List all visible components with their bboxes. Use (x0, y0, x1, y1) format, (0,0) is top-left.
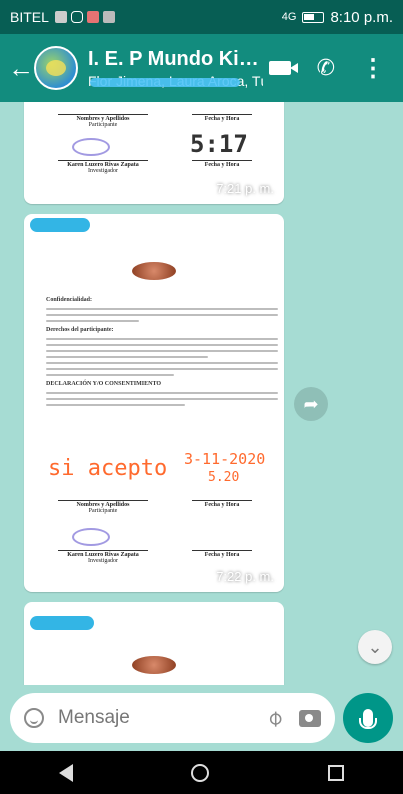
date-line (192, 114, 252, 115)
nav-recents-icon[interactable] (327, 764, 344, 781)
handwritten-accept: si acepto (48, 456, 168, 481)
date-label-2: Fecha y Hora (204, 552, 240, 558)
text-line (46, 398, 278, 400)
text-line (46, 392, 278, 394)
message-input[interactable]: Mensaje (58, 707, 268, 729)
emoji-icon[interactable] (24, 708, 44, 728)
handwritten-date: 3-11-2020 (184, 450, 266, 468)
scroll-down-icon[interactable]: ⌄ (358, 630, 392, 664)
chat-area[interactable]: Nombres y Apellidos Participante Fecha y… (0, 102, 403, 685)
message-input-container[interactable]: Mensaje ⌀ (10, 693, 335, 743)
nav-home-icon[interactable] (191, 763, 210, 782)
status-bar: BITEL 4G 8:10 p.m. (0, 0, 403, 34)
signature-line (58, 114, 148, 115)
video-call-icon[interactable] (268, 61, 298, 75)
chat-title: I. E. P Mundo Kid... (88, 47, 263, 70)
data-saver-icon (102, 11, 115, 23)
signature-block-participant: Nombres y Apellidos Participante (58, 500, 148, 514)
signature-line (58, 500, 148, 501)
message-time: 7:21 p. m. (216, 181, 274, 196)
app-icon (86, 11, 99, 23)
date-block-2: Fecha y Hora (192, 550, 252, 558)
date-label: Fecha y Hora (204, 116, 240, 122)
text-line (46, 344, 278, 346)
text-line (46, 368, 278, 370)
signature-block-participant: Nombres y Apellidos Participante (58, 114, 148, 128)
date-line (192, 160, 252, 161)
researcher-signature (72, 138, 110, 156)
text-line (46, 362, 278, 364)
notification-icon (54, 11, 67, 23)
signature-block-researcher: Karen Luzero Rivas Zapata Investigador (58, 160, 148, 174)
text-line (46, 404, 186, 406)
researcher-label: Investigador (88, 558, 118, 564)
message-composer: Mensaje ⌀ (0, 685, 403, 751)
date-block: Fecha y Hora (192, 500, 252, 508)
signature-line (58, 550, 148, 551)
text-line (46, 356, 209, 358)
group-avatar[interactable] (34, 46, 78, 90)
document-image-3 (32, 630, 276, 685)
battery-icon (302, 11, 325, 23)
section-confidentiality: Confidencialidad: (46, 297, 93, 303)
section-rights: Derechos del participante: (46, 327, 114, 333)
date-line (192, 500, 252, 501)
chat-participants: Flor Jimena, Laura Aroca, Tú (88, 73, 263, 89)
time-stamp: 5:17 (190, 130, 248, 158)
text-line (46, 308, 278, 310)
signature-block-researcher: Karen Luzero Rivas Zapata Investigador (58, 550, 148, 564)
document-body: Confidencialidad: Derechos del participa… (46, 296, 278, 410)
nav-back-icon[interactable] (59, 763, 74, 782)
image-message-1[interactable]: Nombres y Apellidos Participante Fecha y… (24, 102, 284, 204)
more-options-icon[interactable]: ⋮ (361, 54, 385, 83)
date-line (192, 550, 252, 551)
text-line (46, 338, 278, 340)
university-logo (132, 262, 176, 280)
university-logo (132, 656, 176, 674)
text-line (46, 374, 174, 376)
date-label-2: Fecha y Hora (204, 162, 240, 168)
researcher-label: Investigador (88, 168, 118, 174)
mic-icon (359, 709, 377, 729)
message-time: 7:22 p. m. (216, 569, 274, 584)
chat-header: ← I. E. P Mundo Kid... Flor Jimena, Laur… (0, 34, 403, 102)
document-image-2: Confidencialidad: Derechos del participa… (32, 238, 278, 578)
clock: 8:10 p.m. (330, 8, 393, 26)
share-icon[interactable]: ➦ (294, 387, 328, 421)
carrier-label: BITEL (10, 9, 49, 25)
mic-button[interactable] (343, 693, 393, 743)
text-line (46, 350, 278, 352)
date-block: Fecha y Hora (192, 114, 252, 122)
participant-label: Participante (88, 122, 118, 128)
section-declaration: DECLARACIÓN Y/O CONSENTIMIENTO (46, 381, 162, 387)
camera-icon[interactable] (299, 709, 321, 727)
participant-label: Participante (88, 508, 118, 514)
handwritten-time: 5.20 (208, 470, 240, 485)
system-nav-bar (0, 751, 403, 794)
sender-redaction (30, 218, 90, 232)
text-line (46, 314, 278, 316)
back-arrow-icon[interactable]: ← (8, 53, 34, 84)
signature-line (58, 160, 148, 161)
text-line (46, 320, 139, 322)
image-message-3[interactable] (24, 602, 284, 685)
date-block-2: Fecha y Hora (192, 160, 252, 168)
date-label: Fecha y Hora (204, 502, 240, 508)
redaction-scribble (90, 77, 240, 87)
sender-redaction (30, 616, 94, 630)
image-message-2[interactable]: Confidencialidad: Derechos del participa… (24, 214, 284, 592)
researcher-signature (72, 528, 110, 546)
status-right: 4G 8:10 p.m. (282, 9, 393, 26)
instagram-icon (70, 11, 83, 23)
header-actions: ✆ ⋮ (268, 54, 385, 83)
signal-icon: 4G (281, 11, 297, 23)
phone-icon[interactable]: ✆ (317, 55, 335, 81)
chat-title-area[interactable]: I. E. P Mundo Kid... Flor Jimena, Laura … (88, 48, 269, 89)
